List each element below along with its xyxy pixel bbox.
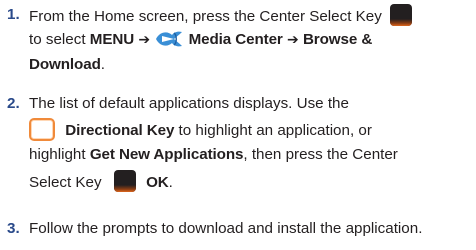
step-number: 1. — [7, 6, 20, 23]
step-number: 3. — [7, 220, 20, 237]
menu-label: MENU — [89, 31, 135, 48]
media-center-icon — [156, 31, 183, 47]
get-new-applications-label: Get New Applications — [89, 146, 244, 163]
center-select-key-icon — [113, 170, 136, 192]
step-number: 2. — [7, 95, 20, 112]
step-2-line-1: The list of default applications display… — [29, 95, 349, 112]
step-2-line-4: Select Key OK. — [29, 170, 173, 193]
download-label: Download — [29, 56, 101, 73]
step-1-line-1: From the Home screen, press the Center S… — [29, 4, 413, 27]
directional-key-label: Directional Key — [65, 122, 175, 139]
center-select-key-icon — [390, 4, 413, 26]
step-1-line-2: to select MENU ➔ Media Center ➔ Browse & — [29, 31, 373, 48]
step-2-line-2: Directional Key to highlight an applicat… — [29, 118, 372, 141]
directional-key-icon — [29, 118, 55, 141]
step-3-line-1: Follow the prompts to download and insta… — [29, 220, 423, 237]
media-center-label: Media Center — [188, 31, 283, 48]
step-2-line-3: highlight Get New Applications, then pre… — [29, 146, 398, 163]
ok-label: OK — [146, 174, 169, 191]
browse-download-label: Browse & — [302, 31, 373, 48]
step-1-line-3: Download. — [29, 56, 105, 73]
instruction-page: 1. From the Home screen, press the Cente… — [0, 0, 476, 250]
arrow-icon: ➔ — [138, 32, 151, 48]
arrow-icon: ➔ — [286, 32, 299, 48]
